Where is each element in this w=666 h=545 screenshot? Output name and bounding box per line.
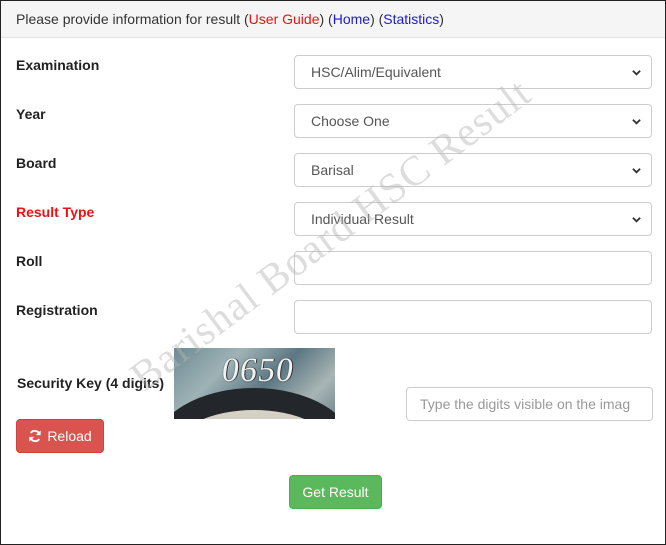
security-key-label: Security Key (4 digits) — [17, 375, 165, 391]
user-guide-link[interactable]: User Guide — [249, 11, 320, 27]
chevron-down-icon — [632, 119, 641, 125]
year-label: Year — [16, 106, 46, 122]
home-link[interactable]: Home — [333, 11, 370, 27]
examination-select[interactable]: HSC/Alim/Equivalent — [294, 55, 652, 89]
registration-input[interactable] — [294, 300, 652, 334]
heading-separator: ) ( — [319, 11, 333, 27]
year-value: Choose One — [311, 113, 390, 129]
refresh-icon — [29, 429, 41, 443]
board-value: Barisal — [311, 162, 354, 178]
security-key-input[interactable]: Type the digits visible on the imag — [406, 387, 653, 421]
captcha-image: 0650 — [174, 348, 335, 419]
result-form-panel: Please provide information for result (U… — [0, 0, 666, 545]
captcha-digits: 0650 — [219, 352, 297, 389]
registration-label: Registration — [16, 302, 98, 318]
examination-label: Examination — [16, 57, 100, 73]
examination-value: HSC/Alim/Equivalent — [311, 64, 441, 80]
get-result-button[interactable]: Get Result — [289, 475, 382, 509]
reload-button[interactable]: Reload — [16, 419, 104, 453]
panel-heading: Please provide information for result (U… — [1, 1, 665, 38]
heading-separator: ) — [439, 11, 444, 27]
captcha-background-arch — [174, 388, 335, 419]
result-type-label: Result Type — [16, 204, 95, 220]
year-select[interactable]: Choose One — [294, 104, 652, 138]
heading-separator: ) ( — [370, 11, 384, 27]
chevron-down-icon — [632, 217, 641, 223]
roll-input[interactable] — [294, 251, 652, 285]
board-select[interactable]: Barisal — [294, 153, 652, 187]
chevron-down-icon — [632, 168, 641, 174]
result-type-value: Individual Result — [311, 211, 414, 227]
chevron-down-icon — [632, 70, 641, 76]
result-type-select[interactable]: Individual Result — [294, 202, 652, 236]
board-label: Board — [16, 155, 57, 171]
statistics-link[interactable]: Statistics — [383, 11, 439, 27]
heading-text: Please provide information for result ( — [16, 11, 249, 27]
roll-label: Roll — [16, 253, 43, 269]
reload-label: Reload — [47, 428, 92, 444]
